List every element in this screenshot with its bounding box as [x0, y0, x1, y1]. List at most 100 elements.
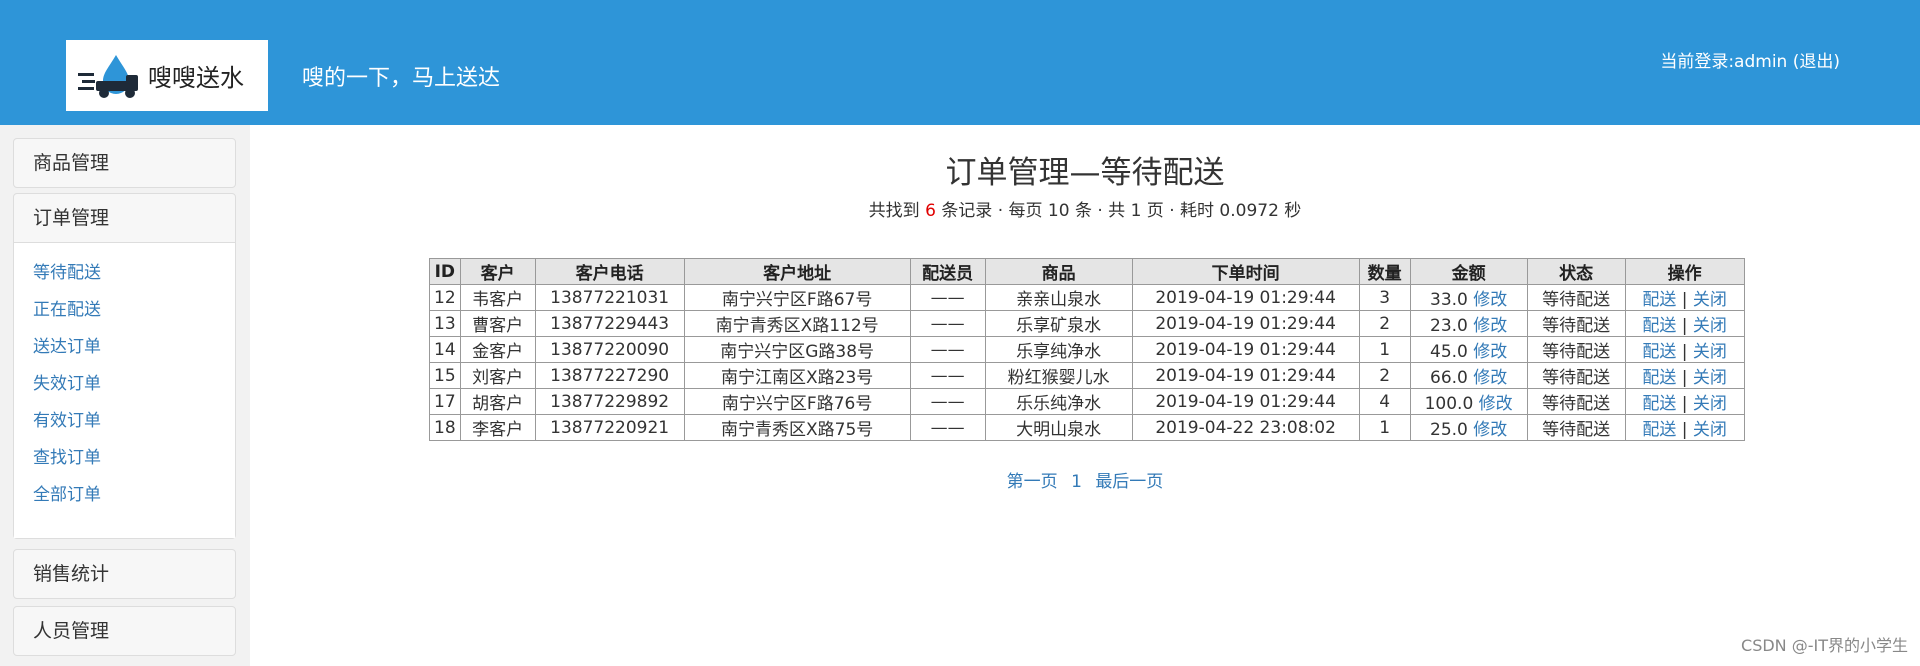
cell-amount: 45.0 修改	[1409, 336, 1528, 363]
cell-address: 南宁兴宁区G路38号	[683, 336, 911, 363]
cell-courier: ——	[909, 310, 986, 337]
sidebar-item-goods[interactable]: 商品管理	[14, 139, 235, 187]
deliver-link[interactable]: 配送	[1642, 420, 1676, 440]
cell-phone: 13877220090	[534, 336, 685, 363]
cell-product: 乐享矿泉水	[984, 310, 1133, 337]
cell-status: 等待配送	[1526, 362, 1626, 389]
cell-actions: 配送 | 关闭	[1624, 336, 1745, 363]
summary-suffix: 条记录 · 每页 10 条 · 共 1 页 · 耗时 0.0972 秒	[941, 201, 1302, 221]
table-row: 12 韦客户 13877221031 南宁兴宁区F路67号 —— 亲亲山泉水 2019-04…	[429, 284, 1745, 311]
cell-id: 18	[429, 414, 461, 441]
login-user-label: 当前登录:admin	[1660, 52, 1793, 72]
sidebar-section-orders: 订单管理 等待配送 正在配送 送达订单 失效订单 有效订单 查找订单 全部订单	[13, 193, 236, 539]
logo-text: 嗖嗖送水	[148, 64, 244, 92]
pagination: 第一页 1 最后一页	[250, 467, 1920, 492]
col-header-product: 商品	[984, 258, 1133, 285]
cell-quantity: 1	[1358, 336, 1411, 363]
amount-value: 23.0	[1430, 316, 1468, 336]
sidebar-link-invalid-orders[interactable]: 失效订单	[14, 366, 235, 403]
amount-value: 100.0	[1424, 394, 1474, 414]
sidebar-link-valid-orders[interactable]: 有效订单	[14, 403, 235, 440]
cell-customer: 韦客户	[459, 284, 536, 311]
cell-product: 乐乐纯净水	[984, 388, 1133, 415]
cell-customer: 刘客户	[459, 362, 536, 389]
deliver-link[interactable]: 配送	[1642, 368, 1676, 388]
sidebar-link-delivered[interactable]: 送达订单	[14, 329, 235, 366]
action-separator: |	[1681, 368, 1688, 388]
col-header-status: 状态	[1526, 258, 1626, 285]
cell-amount: 25.0 修改	[1409, 414, 1528, 441]
amount-value: 33.0	[1430, 290, 1468, 310]
edit-amount-link[interactable]: 修改	[1473, 368, 1507, 388]
amount-value: 25.0	[1430, 420, 1468, 440]
sidebar-link-delivering[interactable]: 正在配送	[14, 292, 235, 329]
deliver-link[interactable]: 配送	[1642, 342, 1676, 362]
amount-value: 66.0	[1430, 368, 1468, 388]
sidebar-section-sales: 销售统计	[13, 549, 236, 599]
edit-amount-link[interactable]: 修改	[1479, 394, 1513, 414]
sidebar-section-goods: 商品管理	[13, 138, 236, 188]
logout-link[interactable]: (退出)	[1793, 52, 1840, 72]
login-status: 当前登录:admin (退出)	[1660, 47, 1840, 72]
cell-customer: 胡客户	[459, 388, 536, 415]
pager-page-number[interactable]: 1	[1071, 472, 1082, 492]
sidebar-link-waiting-delivery[interactable]: 等待配送	[14, 255, 235, 292]
cell-id: 13	[429, 310, 461, 337]
col-header-amount: 金额	[1409, 258, 1528, 285]
col-header-id: ID	[429, 258, 461, 285]
cell-courier: ——	[909, 362, 986, 389]
cell-courier: ——	[909, 284, 986, 311]
pager-last-page[interactable]: 最后一页	[1095, 472, 1163, 492]
cell-actions: 配送 | 关闭	[1624, 388, 1745, 415]
close-order-link[interactable]: 关闭	[1693, 316, 1727, 336]
sidebar-link-search-orders[interactable]: 查找订单	[14, 440, 235, 477]
col-header-quantity: 数量	[1358, 258, 1411, 285]
close-order-link[interactable]: 关闭	[1693, 342, 1727, 362]
cell-actions: 配送 | 关闭	[1624, 414, 1745, 441]
cell-id: 17	[429, 388, 461, 415]
close-order-link[interactable]: 关闭	[1693, 394, 1727, 414]
main-content: 订单管理—等待配送 共找到 6 条记录 · 每页 10 条 · 共 1 页 · …	[250, 125, 1920, 666]
cell-status: 等待配送	[1526, 310, 1626, 337]
edit-amount-link[interactable]: 修改	[1473, 316, 1507, 336]
cell-courier: ——	[909, 414, 986, 441]
cell-address: 南宁青秀区X路112号	[683, 310, 911, 337]
cell-id: 15	[429, 362, 461, 389]
table-row: 15 刘客户 13877227290 南宁江南区X路23号 —— 粉红猴婴儿水 2019-0…	[429, 362, 1745, 389]
cell-status: 等待配送	[1526, 414, 1626, 441]
cell-product: 亲亲山泉水	[984, 284, 1133, 311]
action-separator: |	[1681, 342, 1688, 362]
edit-amount-link[interactable]: 修改	[1473, 342, 1507, 362]
close-order-link[interactable]: 关闭	[1693, 420, 1727, 440]
sidebar-item-orders[interactable]: 订单管理	[14, 194, 235, 242]
cell-phone: 13877220921	[534, 414, 685, 441]
sidebar-item-sales[interactable]: 销售统计	[14, 550, 235, 598]
cell-amount: 33.0 修改	[1409, 284, 1528, 311]
deliver-link[interactable]: 配送	[1642, 290, 1676, 310]
close-order-link[interactable]: 关闭	[1693, 290, 1727, 310]
edit-amount-link[interactable]: 修改	[1473, 420, 1507, 440]
edit-amount-link[interactable]: 修改	[1473, 290, 1507, 310]
cell-quantity: 2	[1358, 310, 1411, 337]
cell-order-time: 2019-04-22 23:08:02	[1131, 414, 1360, 441]
sidebar-link-all-orders[interactable]: 全部订单	[14, 477, 235, 514]
sidebar-item-staff[interactable]: 人员管理	[14, 607, 235, 655]
cell-phone: 13877227290	[534, 362, 685, 389]
result-summary: 共找到 6 条记录 · 每页 10 条 · 共 1 页 · 耗时 0.0972 …	[250, 196, 1920, 221]
deliver-link[interactable]: 配送	[1642, 394, 1676, 414]
close-order-link[interactable]: 关闭	[1693, 368, 1727, 388]
cell-actions: 配送 | 关闭	[1624, 284, 1745, 311]
cell-phone: 13877229443	[534, 310, 685, 337]
cell-order-time: 2019-04-19 01:29:44	[1131, 388, 1360, 415]
col-header-actions: 操作	[1624, 258, 1745, 285]
page-title: 订单管理—等待配送	[945, 155, 1225, 191]
cell-customer: 曹客户	[459, 310, 536, 337]
logo[interactable]: 嗖嗖送水	[66, 40, 268, 111]
pager-first-page[interactable]: 第一页	[1007, 472, 1058, 492]
cell-actions: 配送 | 关闭	[1624, 362, 1745, 389]
cell-status: 等待配送	[1526, 284, 1626, 311]
col-header-customer: 客户	[459, 258, 536, 285]
deliver-link[interactable]: 配送	[1642, 316, 1676, 336]
cell-product: 大明山泉水	[984, 414, 1133, 441]
cell-order-time: 2019-04-19 01:29:44	[1131, 336, 1360, 363]
